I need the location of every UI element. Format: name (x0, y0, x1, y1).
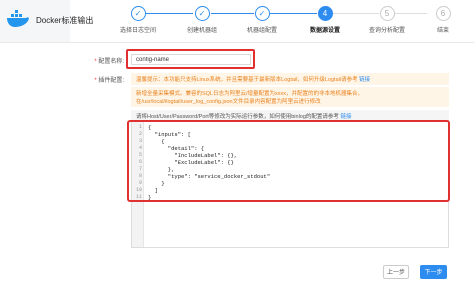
notice-link[interactable]: 链接 (359, 77, 370, 83)
step-label: 创建机器组 (186, 28, 217, 34)
prev-button[interactable]: 上一步 (383, 265, 409, 279)
config-name-label: * 配置名称: (74, 56, 124, 65)
plugin-config-label: * 插件配置: (74, 75, 124, 84)
step-5[interactable]: 5 查询分析配置 (362, 6, 412, 34)
help-text-bar: 请将Host/User/Password/Port等修改为实际运行参数，如何使用… (131, 110, 449, 120)
notice-text: 新增全量采集模式。兼容的SQL日志为阿里云/增量配置为xxxx，并配置的的非本地… (136, 91, 364, 105)
app-title: Docker标准输出 (36, 16, 94, 25)
config-name-label-text: 配置名称: (98, 59, 124, 65)
step-2[interactable]: ✓ 创建机器组 (177, 6, 227, 34)
step-label: 机器组配置 (246, 28, 277, 34)
step-4[interactable]: 4 数据源设置 (300, 6, 350, 34)
top-bar: Docker标准输出 ✓ 选择日志空间 ✓ 创建机器组 ✓ 机器组配置 4 数据… (0, 0, 474, 43)
plugin-config-label-text: 插件配置: (98, 78, 124, 84)
step-number: 5 (379, 6, 395, 21)
step-number: 4 (317, 6, 333, 21)
step-label: 选择日志空间 (119, 28, 156, 34)
required-mark: * (94, 78, 97, 84)
step-6[interactable]: 6 结束 (418, 6, 468, 34)
brand-area: Docker标准输出 (0, 0, 93, 42)
step-1[interactable]: ✓ 选择日志空间 (113, 6, 163, 34)
step-label: 数据源设置 (309, 28, 340, 34)
docker-whale-icon (7, 10, 29, 27)
step-3[interactable]: ✓ 机器组配置 (237, 6, 287, 34)
notice-text: 温馨提示：本功能只支持Linux系统，并且需要基于最新版本Logtail，如何升… (136, 77, 358, 83)
annotation-box (127, 120, 450, 202)
step-label: 查询分析配置 (368, 28, 405, 34)
check-icon: ✓ (254, 6, 270, 21)
notice-banner-2: 新增全量采集模式。兼容的SQL日志为阿里云/增量配置为xxxx，并配置的的非本地… (131, 87, 449, 107)
check-icon: ✓ (194, 6, 210, 21)
step-number: 6 (435, 6, 451, 21)
annotation-box (126, 49, 255, 69)
check-icon: ✓ (130, 6, 146, 21)
notice-banner-1: 温馨提示：本功能只支持Linux系统，并且需要基于最新版本Logtail，如何升… (131, 73, 449, 85)
step-label: 结束 (436, 28, 449, 34)
next-button[interactable]: 下一步 (420, 265, 447, 279)
required-mark: * (94, 59, 97, 65)
